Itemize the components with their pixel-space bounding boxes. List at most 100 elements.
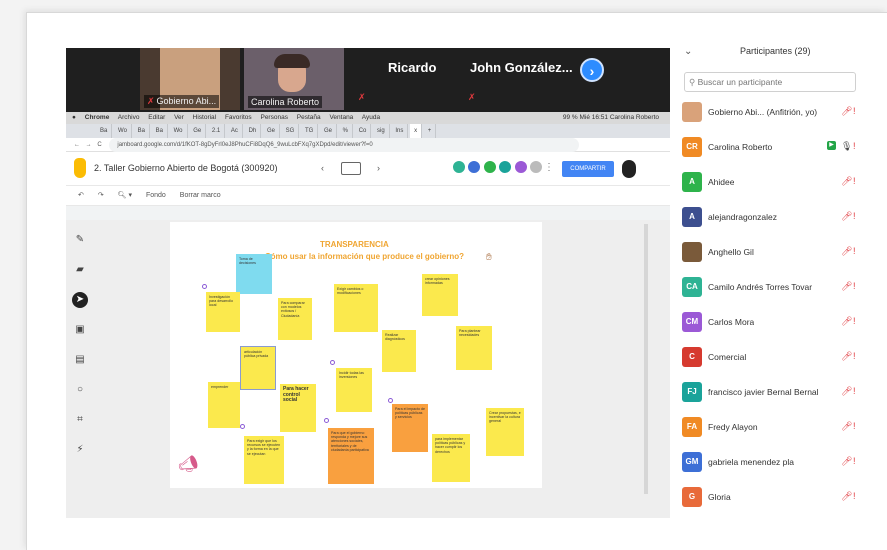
sticky-note[interactable]: Para comparar con modelos exitosos / Ciu…	[278, 298, 312, 340]
browser-tab[interactable]: Ge	[320, 124, 337, 138]
participant-row[interactable]: GM gabriela menendez pla 🎤︎!	[682, 446, 860, 481]
participant-row[interactable]: FA Fredy Alayon 🎤︎!	[682, 411, 860, 446]
video-tile[interactable]: ✗ Gobierno Abi...	[140, 48, 240, 110]
video-tile-name-large[interactable]: Ricardo	[388, 60, 436, 75]
sticky-note[interactable]: Para el impacto de políticas públicas y …	[392, 404, 428, 452]
browser-tab[interactable]: sig	[373, 124, 390, 138]
collaborator-avatars[interactable]	[452, 160, 544, 179]
participant-row[interactable]: CA Camilo Andrés Torres Tovar 🎤︎!	[682, 271, 860, 306]
select-icon[interactable]: ➤	[72, 292, 88, 308]
text-box-icon[interactable]: ⌗	[72, 412, 88, 428]
search-icon: ⚲	[689, 77, 696, 87]
participant-search[interactable]: ⚲	[684, 72, 856, 92]
sticky-note[interactable]: Exigir cambios o modificaciones	[334, 284, 378, 332]
menu-item[interactable]: Ayuda	[362, 114, 380, 121]
browser-tab[interactable]: %	[339, 124, 354, 138]
sticky-note[interactable]: Incidir todas las inversiones	[336, 368, 372, 412]
menu-item[interactable]: Ventana	[329, 114, 353, 121]
browser-tab[interactable]: Co	[355, 124, 372, 138]
menu-item[interactable]: Ver	[174, 114, 184, 121]
browser-tab[interactable]: Ge	[189, 124, 207, 138]
participant-row[interactable]: Anghello Gil 🎤︎!	[682, 236, 860, 271]
browser-tab[interactable]: Ba	[96, 124, 113, 138]
circle-icon[interactable]: ○	[72, 382, 88, 398]
jamboard-title[interactable]: 2. Taller Gobierno Abierto de Bogotá (30…	[94, 163, 277, 173]
jamboard-logo-icon[interactable]	[74, 158, 86, 178]
participant-row[interactable]: Gobierno Abi... (Anfitrión, yo) 🎤︎!	[682, 96, 860, 131]
search-input[interactable]	[697, 77, 848, 87]
video-tile[interactable]: Carolina Roberto	[244, 48, 344, 110]
chevron-down-icon[interactable]: ⌄	[684, 46, 692, 57]
zoom-icon[interactable]: 🔍︎ ▾	[118, 192, 132, 199]
new-tab-button[interactable]: +	[424, 124, 437, 138]
participant-row[interactable]: Aalejandragonzalez 🎤︎!	[682, 201, 860, 236]
sticky-note[interactable]: emprender	[208, 382, 240, 428]
pen-icon[interactable]: ✎	[72, 232, 88, 248]
sticky-note[interactable]: Toma de decisiones	[236, 254, 272, 294]
url-field[interactable]: jamboard.google.com/d/1fKOT-8gDyFrl0eJ8P…	[109, 138, 580, 152]
back-icon[interactable]: ←	[74, 142, 80, 148]
participant-row[interactable]: C Comercial 🎤︎!	[682, 341, 860, 376]
sticky-note[interactable]: Para exigir que los recursos se ejecuten…	[244, 436, 284, 484]
browser-tab[interactable]: Dh	[245, 124, 262, 138]
share-button[interactable]: COMPARTIR	[562, 161, 614, 177]
laser-icon[interactable]: ⚡︎	[72, 442, 88, 458]
scrollbar[interactable]	[644, 224, 648, 494]
video-tile-name-large[interactable]: John González...	[470, 60, 573, 75]
participant-row[interactable]: CR Carolina Roberto ▶ 🎙︎!	[682, 131, 860, 166]
participant-row[interactable]: G Gloria 🎤︎!	[682, 481, 860, 516]
sticky-note[interactable]: crear opiniones informadas	[422, 274, 458, 316]
browser-tab[interactable]: Ge	[263, 124, 280, 138]
browser-tab[interactable]: Ba	[134, 124, 150, 138]
sticky-note[interactable]: Para plantear necesidades	[456, 326, 492, 370]
participants-title: Participantes (29)	[740, 46, 811, 56]
browser-tab[interactable]: TG	[301, 124, 319, 138]
browser-tab[interactable]: Wo	[170, 124, 188, 138]
chevron-right-icon[interactable]: ›	[377, 163, 380, 173]
menu-item[interactable]: Editar	[148, 114, 165, 121]
menu-item[interactable]: Favoritos	[225, 114, 252, 121]
sticky-note[interactable]: Realizar diagnósticos	[382, 330, 416, 372]
redo-icon[interactable]: ↷	[98, 192, 104, 199]
sticky-note[interactable]: Crear propuestas, e incentivar la cultur…	[486, 408, 524, 456]
browser-tab[interactable]: x	[410, 124, 423, 138]
canvas-area: ✎ ▰ ➤ ▣ ▤ ○ ⌗ ⚡︎ TRANSPARENCIA ¿Cómo usa…	[66, 220, 670, 518]
sticky-note[interactable]: Para hacer control social	[280, 384, 316, 432]
participant-row[interactable]: FJ francisco javier Bernal Bernal 🎤︎!	[682, 376, 860, 411]
sticky-note[interactable]: articulación pública privada	[240, 346, 276, 390]
sticky-note[interactable]: para implementar políticas públicas y ha…	[432, 434, 470, 482]
video-tile-name: Carolina Roberto	[248, 96, 323, 108]
menu-item[interactable]: Historial	[193, 114, 216, 121]
browser-tab[interactable]: 2.1	[208, 124, 226, 138]
chevron-right-icon[interactable]: ›	[580, 58, 604, 82]
sticky-note[interactable]: Investigación para desarrollo local	[206, 292, 240, 332]
frame-preview-icon[interactable]	[340, 162, 361, 175]
forward-icon[interactable]: →	[86, 142, 92, 148]
browser-tab[interactable]: Ba	[152, 124, 168, 138]
sticky-note-icon[interactable]: ▣	[72, 322, 88, 338]
clear-frame-button[interactable]: Borrar marco	[180, 192, 221, 199]
image-icon[interactable]: ▤	[72, 352, 88, 368]
menu-item[interactable]: Pestaña	[297, 114, 321, 121]
browser-tab[interactable]: Wo	[114, 124, 132, 138]
jamboard-canvas[interactable]: TRANSPARENCIA ¿Cómo usar la información …	[170, 222, 542, 488]
menu-item[interactable]: Archivo	[118, 114, 140, 121]
avatar[interactable]	[622, 160, 636, 178]
eraser-icon[interactable]: ▰	[72, 262, 88, 278]
browser-tab[interactable]: SG	[282, 124, 300, 138]
avatar: CA	[682, 277, 702, 297]
background-button[interactable]: Fondo	[146, 192, 166, 199]
browser-tab[interactable]: Ac	[227, 124, 243, 138]
mic-muted-icon: 🎤︎	[841, 456, 853, 466]
sticky-note[interactable]: Para que el gobierno responda y mejore s…	[328, 428, 374, 484]
apple-icon[interactable]: ●	[72, 114, 76, 121]
participant-row[interactable]: CM Carlos Mora 🎤︎!	[682, 306, 860, 341]
participant-row[interactable]: A Ahidee 🎤︎!	[682, 166, 860, 201]
chevron-left-icon[interactable]: ‹	[321, 163, 324, 173]
menu-item[interactable]: Personas	[260, 114, 287, 121]
undo-icon[interactable]: ↶	[78, 192, 84, 199]
menu-item[interactable]: Chrome	[85, 114, 110, 121]
reload-icon[interactable]: C	[97, 142, 101, 148]
browser-tab[interactable]: Ins	[391, 124, 409, 138]
more-options-icon[interactable]: ⋮	[544, 162, 554, 173]
